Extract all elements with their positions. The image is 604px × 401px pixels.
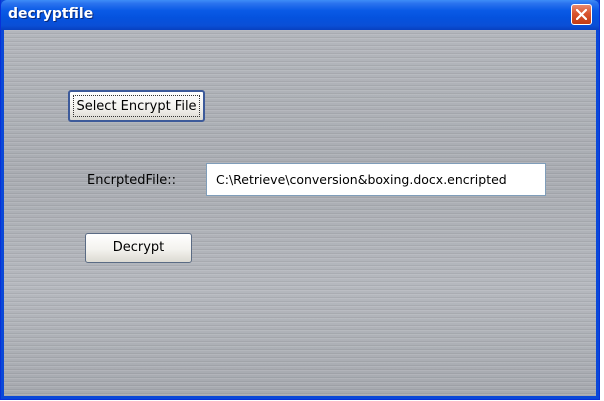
select-encrypt-file-button[interactable]: Select Encrypt File: [68, 90, 205, 122]
window-title: decryptfile: [8, 6, 94, 22]
encrypted-file-path-input[interactable]: [206, 163, 546, 196]
close-button[interactable]: [571, 4, 592, 25]
decrypt-label: Decrypt: [112, 240, 165, 255]
close-icon: [576, 9, 587, 20]
select-encrypt-file-label: Select Encrypt File: [76, 99, 197, 114]
decrypt-button[interactable]: Decrypt: [85, 233, 192, 263]
encrypted-file-label: EncrptedFile::: [87, 173, 177, 188]
form-client-area: Select Encrypt File EncrptedFile:: Decry…: [4, 30, 596, 396]
decryptfile-window: decryptfile Select Encrypt File Encrpted…: [0, 0, 600, 400]
title-bar[interactable]: decryptfile: [1, 0, 599, 30]
